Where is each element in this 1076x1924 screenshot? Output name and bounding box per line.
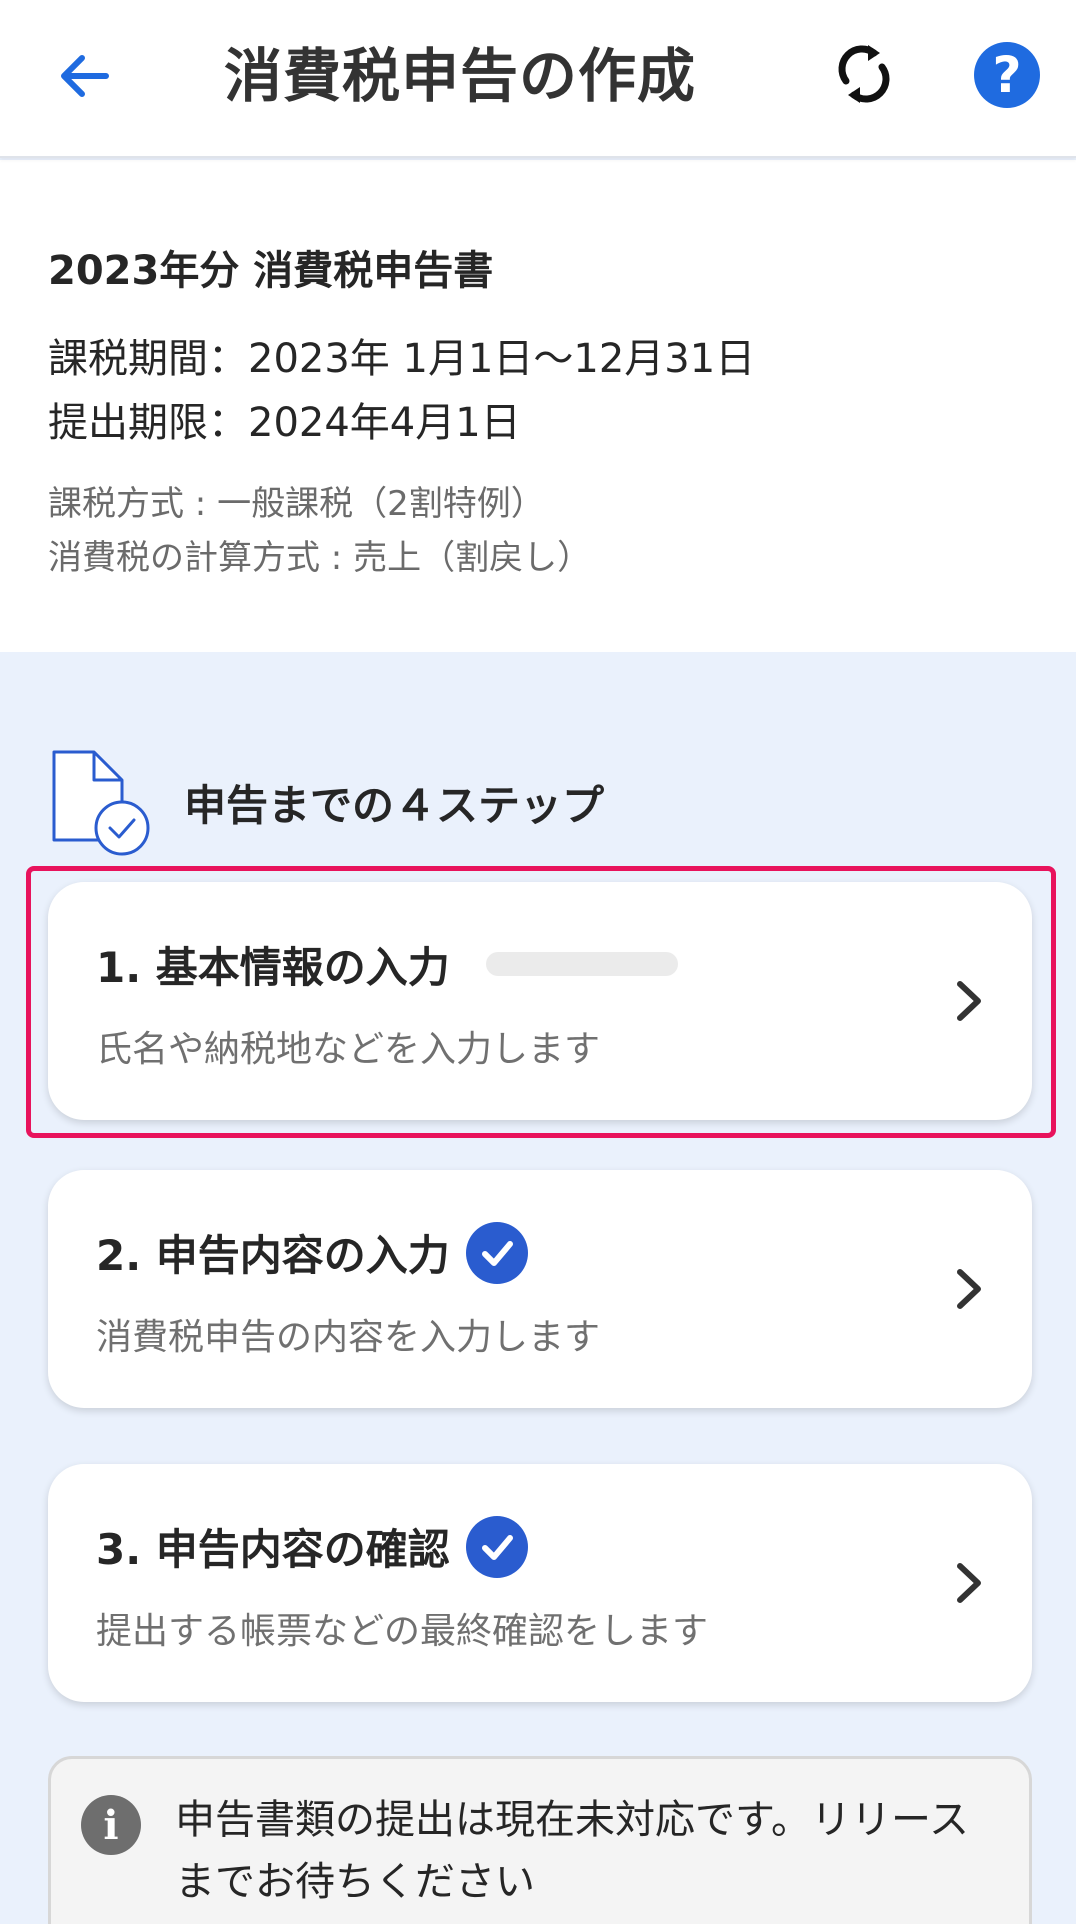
steps-heading: 申告までの４ステップ [184,781,605,830]
notice-banner: i 申告書類の提出は現在未対応です。リリースまでお待ちください [48,1756,1032,1924]
filing-deadline: 提出期限：2024年4月1日 [48,400,521,446]
step-title: 2. 申告内容の入力 [96,1231,450,1280]
chevron-right-icon [957,1563,981,1603]
taxation-method: 課税方式 : 一般課税（2割特例） [48,484,545,524]
document-check-icon [52,750,150,856]
step-card-basic-info[interactable]: 1. 基本情報の入力 氏名や納税地などを入力します [48,882,1032,1120]
notice-text: 申告書類の提出は現在未対応です。リリースまでお待ちください [175,1797,969,1905]
arrow-left-icon [61,55,109,97]
check-icon [466,1222,528,1284]
sync-icon [838,45,890,103]
step-title: 1. 基本情報の入力 [96,943,450,992]
page-title: 消費税申告の作成 [223,42,696,110]
back-button[interactable] [48,40,120,112]
chevron-right-icon [957,981,981,1021]
tax-period: 課税期間：2023年 1月1日〜12月31日 [48,336,756,382]
help-button[interactable]: ? [974,42,1040,108]
step-description: 消費税申告の内容を入力します [96,1317,601,1358]
step-title: 3. 申告内容の確認 [96,1525,450,1574]
step-description: 提出する帳票などの最終確認をします [96,1611,709,1652]
step-card-declaration-input[interactable]: 2. 申告内容の入力 消費税申告の内容を入力します [48,1170,1032,1408]
step-description: 氏名や納税地などを入力します [96,1029,601,1070]
calculation-method: 消費税の計算方式 : 売上（割戻し） [48,538,592,578]
info-icon: i [81,1795,141,1855]
step-card-declaration-review[interactable]: 3. 申告内容の確認 提出する帳票などの最終確認をします [48,1464,1032,1702]
chevron-right-icon [957,1269,981,1309]
sync-button[interactable] [826,36,902,112]
app-bar: 消費税申告の作成 ? [0,0,1076,158]
progress-indicator [486,952,678,976]
document-title: 2023年分 消費税申告書 [48,248,494,294]
help-icon: ? [992,46,1022,104]
check-icon [466,1516,528,1578]
